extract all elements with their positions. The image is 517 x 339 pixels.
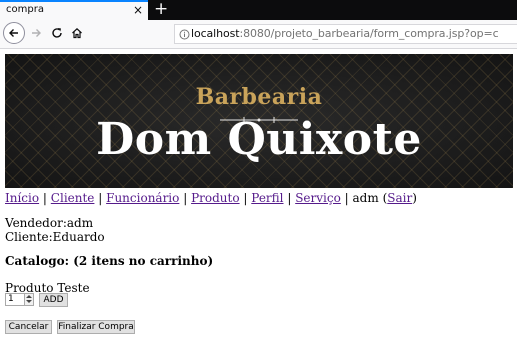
back-arrow-icon (9, 29, 18, 37)
spin-up-icon[interactable] (26, 295, 32, 298)
spin-down-icon[interactable] (26, 300, 32, 303)
main-menu: Início | Cliente | Funcionário | Produto… (5, 191, 417, 205)
menu-link-perfil[interactable]: Perfil (251, 191, 283, 205)
add-to-cart-button[interactable]: ADD (39, 293, 68, 307)
menu-separator: | (183, 191, 188, 205)
reload-button[interactable] (49, 25, 65, 41)
reload-icon (52, 28, 62, 38)
menu-separator: | (42, 191, 47, 205)
cancel-button[interactable]: Cancelar (5, 320, 52, 334)
forward-arrow-icon (32, 29, 41, 37)
menu-separator: | (344, 191, 349, 205)
quantity-value: 1 (8, 294, 14, 304)
logout-link[interactable]: Sair (387, 191, 412, 205)
navigation-toolbar: localhost:8080/projeto_barbearia/form_co… (0, 20, 517, 49)
forward-button[interactable] (28, 25, 44, 41)
banner-image: Barbearia Dom Quixote (5, 54, 513, 188)
logged-user: adm (352, 191, 379, 205)
tab-title: compra (6, 4, 44, 15)
catalog-heading: Catalogo: (2 itens no carrinho) (5, 254, 214, 268)
quantity-stepper[interactable]: 1 (5, 293, 34, 306)
logout-close-paren: ) (412, 191, 417, 205)
tab-strip: compra × + (0, 0, 517, 20)
menu-link-inicio[interactable]: Início (5, 191, 39, 205)
new-tab-icon[interactable]: + (154, 0, 168, 19)
url-bar[interactable]: localhost:8080/projeto_barbearia/form_co… (174, 24, 517, 44)
info-icon[interactable] (177, 27, 191, 41)
url-host: localhost (191, 27, 240, 40)
menu-separator: | (98, 191, 103, 205)
tab-close-icon[interactable]: × (133, 3, 143, 17)
menu-separator: | (287, 191, 292, 205)
quantity-spinner[interactable] (24, 294, 33, 305)
back-button[interactable] (3, 22, 25, 44)
home-button[interactable] (69, 25, 85, 41)
url-path: :8080/projeto_barbearia/form_compra.jsp?… (239, 27, 499, 40)
menu-separator: | (243, 191, 248, 205)
browser-tab[interactable]: compra × (0, 0, 148, 20)
finish-purchase-button[interactable]: Finalizar Compra (57, 320, 135, 334)
menu-link-cliente[interactable]: Cliente (51, 191, 95, 205)
home-icon (72, 27, 82, 39)
menu-link-servico[interactable]: Serviço (295, 191, 341, 205)
banner-subtitle: Barbearia (195, 84, 323, 110)
vendor-label: Vendedor:adm (5, 216, 94, 230)
menu-link-funcionario[interactable]: Funcionário (106, 191, 179, 205)
banner-title: Dom Quixote (96, 114, 422, 165)
client-label: Cliente:Eduardo (5, 230, 105, 244)
url-text: localhost:8080/projeto_barbearia/form_co… (191, 27, 499, 40)
menu-link-produto[interactable]: Produto (191, 191, 240, 205)
